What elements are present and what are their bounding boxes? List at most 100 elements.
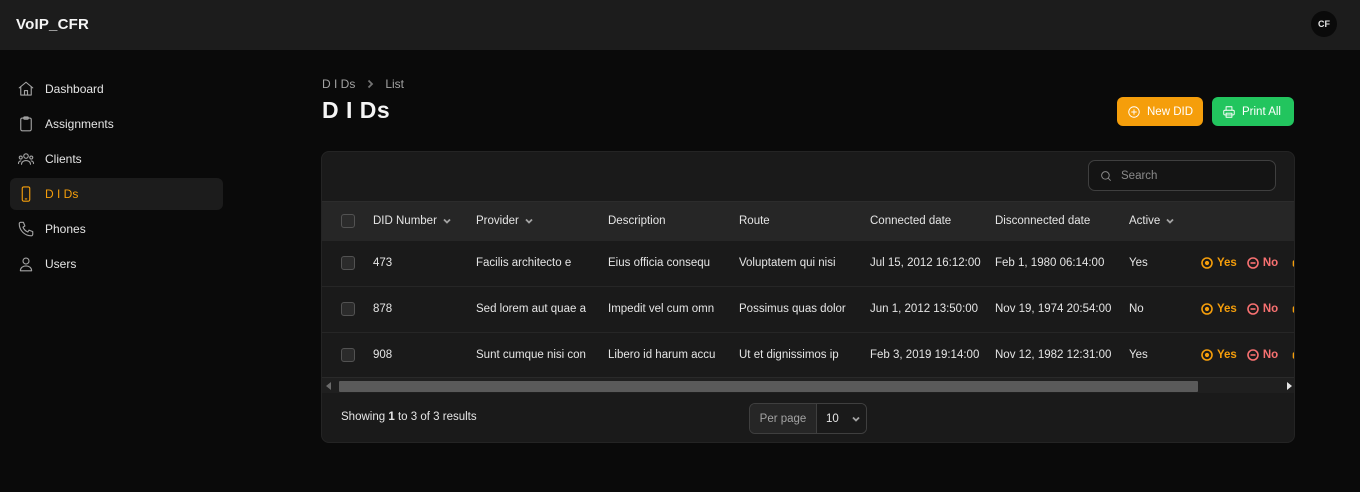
new-did-label: New DID bbox=[1147, 105, 1194, 118]
user-icon bbox=[17, 255, 35, 273]
minus-circle-icon bbox=[1247, 349, 1259, 361]
connected-date-cell: Feb 3, 2019 19:14:00 bbox=[870, 349, 980, 361]
user-avatar[interactable]: CF bbox=[1311, 11, 1337, 37]
provider-cell: Facilis architecto e bbox=[476, 257, 572, 269]
breadcrumb: D I Ds List bbox=[322, 77, 404, 91]
set-active-no-button[interactable]: No bbox=[1247, 303, 1278, 315]
print-all-button[interactable]: Print All bbox=[1212, 97, 1294, 126]
column-route: Route bbox=[739, 202, 770, 240]
print-row-icon[interactable] bbox=[1292, 303, 1294, 315]
column-active[interactable]: Active bbox=[1129, 202, 1175, 240]
provider-cell: Sunt cumque nisi con bbox=[476, 349, 586, 361]
check-circle-icon bbox=[1201, 349, 1213, 361]
provider-cell: Sed lorem aut quae a bbox=[476, 303, 586, 315]
to-word: to bbox=[397, 411, 408, 423]
row-checkbox[interactable] bbox=[341, 348, 355, 362]
scrollbar-thumb[interactable] bbox=[339, 381, 1198, 392]
no-label: No bbox=[1262, 349, 1279, 361]
sidebar-item-label: Clients bbox=[45, 152, 82, 166]
minus-circle-icon bbox=[1247, 303, 1259, 315]
sidebar-item-label: D I Ds bbox=[45, 187, 79, 201]
table-row[interactable]: 878 Sed lorem aut quae a Impedit vel cum… bbox=[322, 286, 1294, 331]
no-label: No bbox=[1262, 257, 1279, 269]
print-all-label: Print All bbox=[1242, 105, 1281, 118]
dids-table-card: Search DID Number Provider Description R… bbox=[321, 151, 1295, 443]
sidebar-item-label: Users bbox=[45, 257, 77, 271]
sidebar-item-assignments[interactable]: Assignments bbox=[10, 108, 223, 140]
sidebar-item-users[interactable]: Users bbox=[10, 248, 223, 280]
route-cell: Possimus quas dolor bbox=[739, 303, 846, 315]
page-title: D I Ds bbox=[322, 97, 391, 123]
phone-icon bbox=[17, 220, 35, 238]
column-label: Connected date bbox=[870, 215, 952, 227]
check-circle-icon bbox=[1201, 257, 1213, 269]
scroll-right-arrow-icon[interactable] bbox=[1287, 382, 1292, 390]
table-header: DID Number Provider Description Route Co… bbox=[322, 201, 1294, 240]
column-label: Description bbox=[608, 215, 666, 227]
route-cell: Voluptatem qui nisi bbox=[739, 257, 836, 269]
search-input[interactable]: Search bbox=[1088, 160, 1276, 191]
plus-circle-icon bbox=[1128, 105, 1140, 118]
set-active-yes-button[interactable]: Yes bbox=[1201, 349, 1237, 361]
column-label: Active bbox=[1129, 215, 1161, 227]
app-title[interactable]: VoIP_CFR bbox=[16, 16, 89, 33]
per-page-control: Per page 10 bbox=[749, 403, 867, 434]
yes-label: Yes bbox=[1217, 303, 1237, 315]
row-select-cell bbox=[341, 287, 355, 331]
column-label: Disconnected date bbox=[995, 215, 1091, 227]
top-bar: VoIP_CFR CF bbox=[0, 0, 1360, 50]
column-description: Description bbox=[608, 202, 666, 240]
description-cell: Impedit vel cum omn bbox=[608, 303, 715, 315]
description-cell: Eius officia consequ bbox=[608, 257, 711, 269]
search-icon bbox=[1101, 170, 1111, 181]
sidebar-item-label: Assignments bbox=[45, 117, 114, 131]
results-word: results bbox=[442, 411, 477, 423]
showing-to: 3 bbox=[410, 411, 418, 423]
row-checkbox[interactable] bbox=[341, 302, 355, 316]
table-row[interactable]: 908 Sunt cumque nisi con Libero id harum… bbox=[322, 332, 1294, 377]
new-did-button[interactable]: New DID bbox=[1117, 97, 1203, 126]
phone-device-icon bbox=[17, 185, 35, 203]
horizontal-scrollbar[interactable] bbox=[322, 377, 1294, 393]
home-icon bbox=[17, 80, 35, 98]
column-label: Provider bbox=[476, 215, 519, 227]
column-did-number[interactable]: DID Number bbox=[373, 202, 452, 240]
column-disconnected-date: Disconnected date bbox=[995, 202, 1090, 240]
sidebar-item-dids[interactable]: D I Ds bbox=[10, 178, 223, 210]
did-number-cell: 908 bbox=[373, 349, 393, 361]
breadcrumb-parent[interactable]: D I Ds bbox=[322, 77, 355, 91]
column-label: DID Number bbox=[373, 215, 437, 227]
route-cell: Ut et dignissimos ip bbox=[739, 349, 839, 361]
set-active-yes-button[interactable]: Yes bbox=[1201, 303, 1237, 315]
of-word: of bbox=[420, 411, 430, 423]
per-page-select[interactable]: 10 bbox=[817, 404, 866, 433]
row-select-cell bbox=[341, 241, 355, 285]
breadcrumb-current: List bbox=[385, 77, 405, 91]
disconnected-date-cell: Feb 1, 1980 06:14:00 bbox=[995, 257, 1105, 269]
disconnected-date-cell: Nov 12, 1982 12:31:00 bbox=[995, 349, 1112, 361]
per-page-value: 10 bbox=[826, 412, 839, 425]
showing-from: 1 bbox=[388, 411, 395, 423]
set-active-no-button[interactable]: No bbox=[1247, 349, 1278, 361]
active-cell: No bbox=[1129, 303, 1144, 315]
scroll-left-arrow-icon[interactable] bbox=[326, 382, 331, 390]
print-row-icon[interactable] bbox=[1292, 257, 1294, 269]
row-checkbox[interactable] bbox=[341, 256, 355, 270]
active-cell: Yes bbox=[1129, 349, 1148, 361]
chevron-down-icon bbox=[852, 416, 860, 422]
select-all-checkbox[interactable] bbox=[341, 214, 355, 228]
users-group-icon bbox=[17, 150, 35, 168]
sidebar-item-label: Dashboard bbox=[45, 82, 104, 96]
sidebar-item-clients[interactable]: Clients bbox=[10, 143, 223, 175]
printer-icon bbox=[1223, 105, 1235, 118]
column-provider[interactable]: Provider bbox=[476, 202, 534, 240]
table-row[interactable]: 473 Facilis architecto e Eius officia co… bbox=[322, 240, 1294, 285]
set-active-no-button[interactable]: No bbox=[1247, 257, 1278, 269]
yes-label: Yes bbox=[1217, 257, 1237, 269]
search-placeholder: Search bbox=[1121, 169, 1158, 182]
print-row-icon[interactable] bbox=[1292, 349, 1294, 361]
set-active-yes-button[interactable]: Yes bbox=[1201, 257, 1237, 269]
sidebar-item-phones[interactable]: Phones bbox=[10, 213, 223, 245]
column-connected-date: Connected date bbox=[870, 202, 951, 240]
sidebar-item-dashboard[interactable]: Dashboard bbox=[10, 73, 223, 105]
